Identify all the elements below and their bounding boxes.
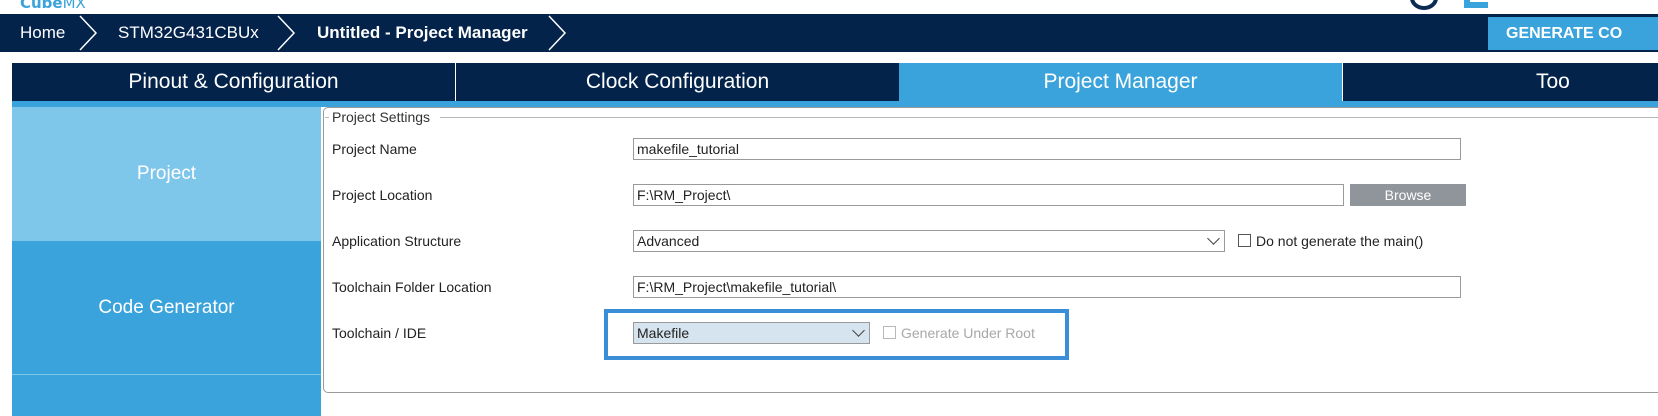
project-location-input[interactable]: F:\RM_Project\ xyxy=(633,184,1344,206)
do-not-generate-main-checkbox[interactable] xyxy=(1238,234,1251,247)
toolchain-ide-label: Toolchain / IDE xyxy=(332,325,427,341)
do-not-generate-main-label: Do not generate the main() xyxy=(1256,233,1424,249)
breadcrumb-chevron-icon xyxy=(277,15,296,51)
tab-clock-configuration[interactable]: Clock Configuration xyxy=(456,63,899,101)
sidebar: Project Code Generator xyxy=(12,107,321,416)
project-name-label: Project Name xyxy=(332,141,417,157)
sidebar-item-code-generator[interactable]: Code Generator xyxy=(12,241,321,375)
application-structure-label: Application Structure xyxy=(332,233,462,249)
chevron-down-icon xyxy=(1207,232,1220,245)
logo-text: Cube xyxy=(20,0,63,12)
tab-pinout-configuration[interactable]: Pinout & Configuration xyxy=(12,63,455,101)
project-location-label: Project Location xyxy=(332,187,433,203)
generate-code-button[interactable]: GENERATE CO xyxy=(1488,17,1658,50)
group-border xyxy=(440,117,1658,118)
sidebar-item-project[interactable]: Project xyxy=(12,107,321,241)
tab-project-manager[interactable]: Project Manager xyxy=(899,63,1342,101)
breadcrumb-home[interactable]: Home xyxy=(20,14,65,52)
toolchain-folder-input[interactable]: F:\RM_Project\makefile_tutorial\ xyxy=(633,276,1461,298)
application-structure-select[interactable]: Advanced xyxy=(633,230,1225,252)
breadcrumb: Home STM32G431CBUx Untitled - Project Ma… xyxy=(0,14,1658,52)
app-logo: CubeMX xyxy=(20,0,86,12)
toolchain-folder-label: Toolchain Folder Location xyxy=(332,279,492,295)
tab-tools[interactable]: Too xyxy=(1343,63,1658,101)
brand-logo-icon xyxy=(1410,0,1438,10)
brand-logo-mark-icon xyxy=(1464,0,1488,8)
project-settings-legend: Project Settings xyxy=(329,109,434,125)
highlight-box xyxy=(604,309,1069,360)
breadcrumb-mcu[interactable]: STM32G431CBUx xyxy=(118,14,259,52)
logo-text-suffix: MX xyxy=(62,0,86,12)
breadcrumb-project-manager[interactable]: Untitled - Project Manager xyxy=(317,14,528,52)
application-structure-value: Advanced xyxy=(637,233,700,249)
browse-button[interactable]: Browse xyxy=(1350,184,1466,206)
breadcrumb-chevron-icon xyxy=(79,15,98,51)
main-tabs: Pinout & Configuration Clock Configurati… xyxy=(12,63,1658,101)
logo-strip: CubeMX xyxy=(0,0,1658,14)
breadcrumb-chevron-icon xyxy=(548,15,567,51)
project-name-input[interactable]: makefile_tutorial xyxy=(633,138,1461,160)
